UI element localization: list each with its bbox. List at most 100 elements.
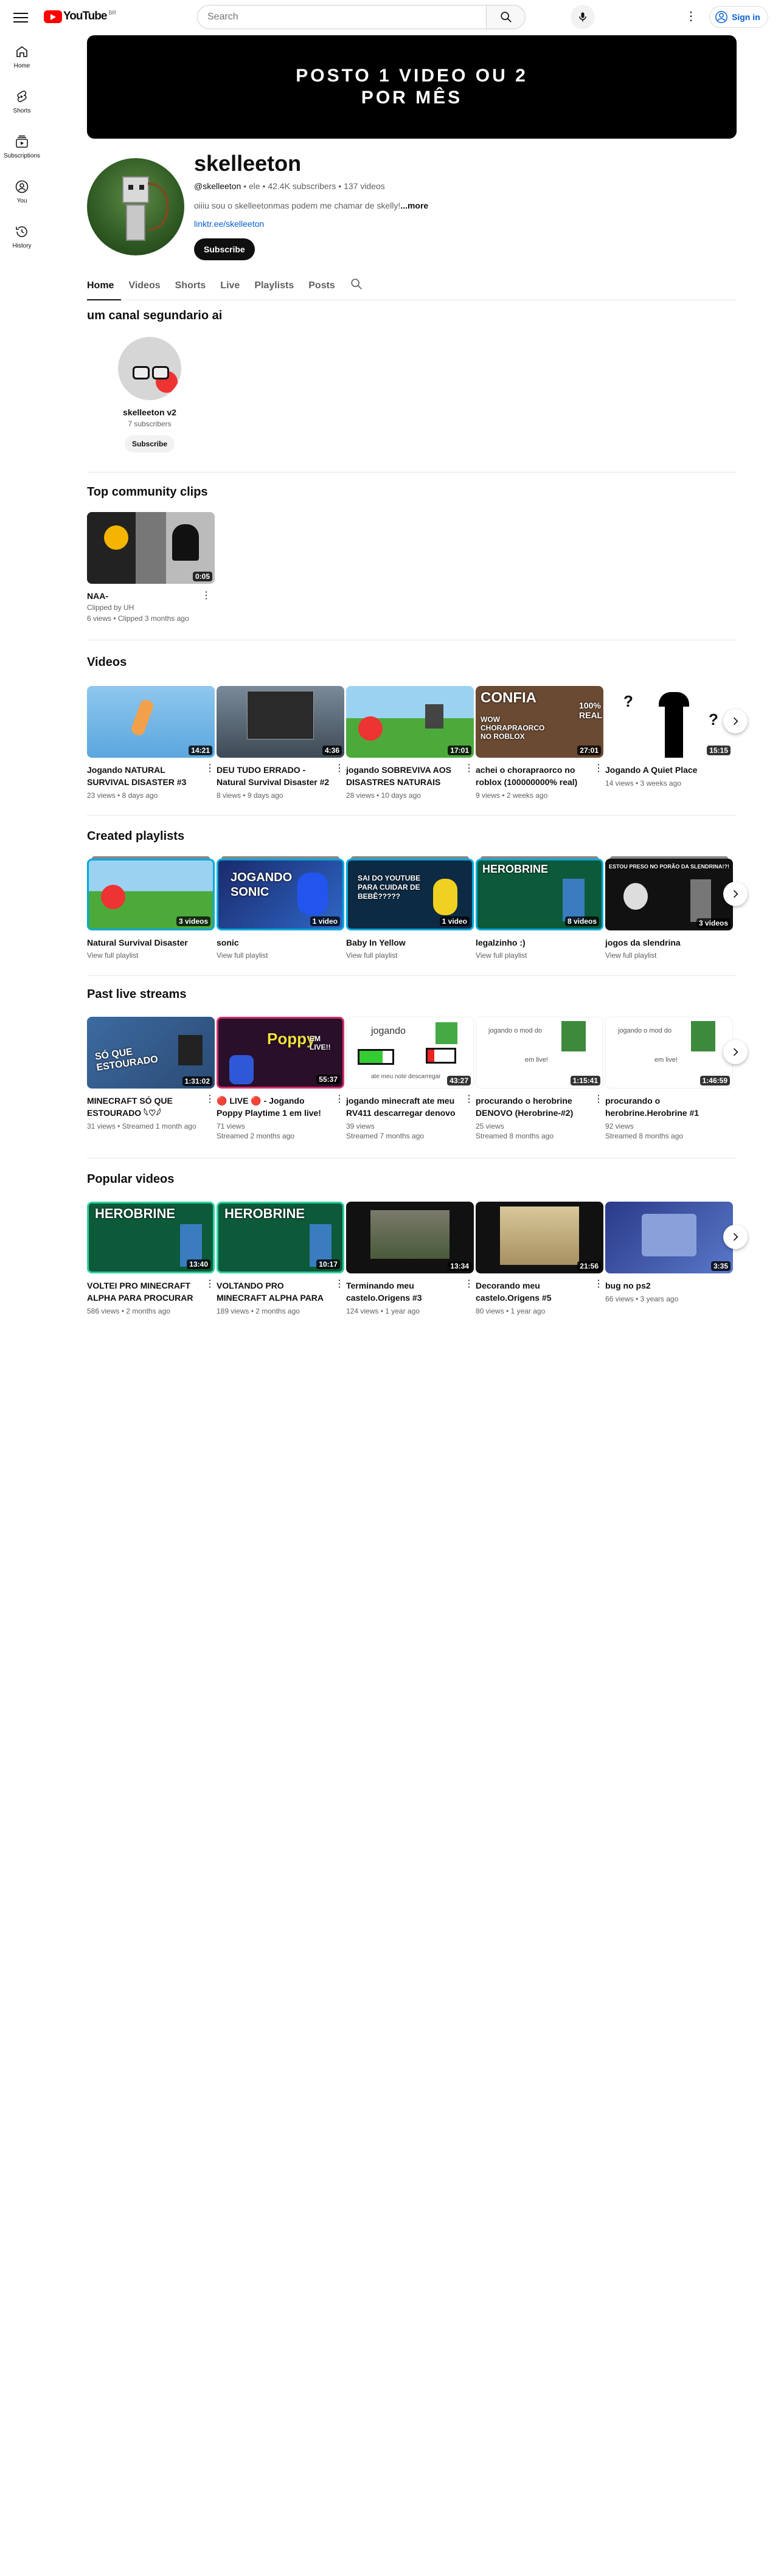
live-card[interactable]: Poppy EM LIVE!! 55:37 🔴 LIVE 🔴 - Jogando…: [217, 1017, 344, 1141]
view-full-playlist-link[interactable]: View full playlist: [476, 951, 603, 960]
live-card[interactable]: jogando ate meu note descarregar 43:27 j…: [346, 1017, 474, 1141]
view-full-playlist-link[interactable]: View full playlist: [346, 951, 474, 960]
more-actions-icon[interactable]: ⋮: [463, 1095, 475, 1104]
featured-channel-avatar[interactable]: [118, 337, 181, 400]
video-card[interactable]: 14:21 Jogando NATURAL SURVIVAL DISASTER …: [87, 686, 215, 800]
live-title[interactable]: procurando o herobrine.Herobrine #1: [605, 1095, 718, 1119]
live-thumbnail[interactable]: SÓ QUE ESTOURADO 1:31:02: [87, 1017, 215, 1089]
live-title[interactable]: jogando minecraft ate meu RV411 descarre…: [346, 1095, 459, 1119]
channel-search-button[interactable]: [350, 277, 363, 294]
playlist-title[interactable]: legalzinho :): [476, 937, 589, 949]
description-more[interactable]: ...more: [400, 201, 428, 210]
more-actions-icon[interactable]: ⋮: [592, 764, 605, 774]
more-actions-icon[interactable]: ⋮: [200, 591, 212, 601]
clip-thumbnail[interactable]: 0:05: [87, 512, 215, 584]
playlist-thumbnail[interactable]: HEROBRINE 8 videos: [476, 859, 603, 930]
more-actions-icon[interactable]: ⋮: [463, 764, 475, 774]
video-card[interactable]: HEROBRINE 13:40 VOLTEI PRO MINECRAFT ALP…: [87, 1202, 215, 1316]
playlist-thumbnail[interactable]: SAI DO YOUTUBE PARA CUIDAR DE BEBÊ????? …: [346, 859, 474, 930]
live-thumbnail[interactable]: jogando o mod do em live! 1:46:59: [605, 1017, 733, 1089]
settings-kebab-icon[interactable]: ⋮: [684, 10, 698, 24]
more-actions-icon[interactable]: ⋮: [333, 764, 345, 774]
next-arrow-button[interactable]: [723, 1225, 748, 1249]
live-title[interactable]: MINECRAFT SÓ QUE ESTOURADO 𓆩♡𓆪: [87, 1095, 200, 1119]
playlist-card[interactable]: JOGANDO SONIC 1 video sonic View full pl…: [217, 856, 344, 960]
video-title[interactable]: VOLTANDO PRO MINECRAFT ALPHA PARA PROCUR…: [217, 1279, 330, 1304]
clip-card[interactable]: 0:05 NAA- Clipped by UH 6 views • Clippe…: [87, 512, 215, 623]
channel-description[interactable]: oiiiu sou o skelleetonmas podem me chama…: [194, 201, 428, 210]
video-thumbnail[interactable]: 4:36: [217, 686, 344, 758]
video-card[interactable]: ? ? 15:15 Jogando A Quiet Place 14 views…: [605, 686, 733, 788]
video-thumbnail[interactable]: HEROBRINE 13:40: [87, 1202, 215, 1273]
more-actions-icon[interactable]: ⋮: [204, 764, 216, 774]
next-arrow-button[interactable]: [723, 1040, 748, 1064]
sidebar-item-shorts[interactable]: Shorts: [2, 79, 41, 124]
sidebar-item-subscriptions[interactable]: Subscriptions: [2, 124, 41, 169]
live-title[interactable]: 🔴 LIVE 🔴 - Jogando Poppy Playtime 1 em l…: [217, 1095, 330, 1119]
tab-live[interactable]: Live: [213, 271, 247, 300]
playlist-title[interactable]: jogos da slendrina: [605, 937, 718, 949]
live-title[interactable]: procurando o herobrine DENOVO (Herobrine…: [476, 1095, 589, 1119]
video-card[interactable]: 21:56 Decorando meu castelo.Origens #5 8…: [476, 1202, 603, 1316]
video-card[interactable]: 3:35 bug no ps2 66 views • 3 years ago: [605, 1202, 733, 1304]
more-actions-icon[interactable]: ⋮: [333, 1095, 345, 1104]
video-thumbnail[interactable]: HEROBRINE 10:17: [217, 1202, 344, 1273]
video-title[interactable]: Terminando meu castelo.Origens #3: [346, 1279, 459, 1304]
video-card[interactable]: 17:01 jogando SOBREVIVA AOS DISASTRES NA…: [346, 686, 474, 800]
video-title[interactable]: DEU TUDO ERRADO - Natural Survival Disas…: [217, 764, 330, 788]
video-title[interactable]: Decorando meu castelo.Origens #5: [476, 1279, 589, 1304]
video-card[interactable]: 13:34 Terminando meu castelo.Origens #3 …: [346, 1202, 474, 1316]
view-full-playlist-link[interactable]: View full playlist: [217, 951, 344, 960]
playlist-thumbnail[interactable]: JOGANDO SONIC 1 video: [217, 859, 344, 930]
video-thumbnail[interactable]: CONFIA WOW CHORAPRAORCO NO ROBLOX 100% R…: [476, 686, 603, 758]
live-card[interactable]: SÓ QUE ESTOURADO 1:31:02 MINECRAFT SÓ QU…: [87, 1017, 215, 1131]
playlist-card[interactable]: SAI DO YOUTUBE PARA CUIDAR DE BEBÊ????? …: [346, 856, 474, 960]
video-title[interactable]: Jogando A Quiet Place: [605, 764, 718, 776]
playlist-card[interactable]: HEROBRINE 8 videos legalzinho :) View fu…: [476, 856, 603, 960]
featured-subscribe-button[interactable]: Subscribe: [124, 435, 175, 452]
playlist-thumbnail[interactable]: 3 videos: [87, 859, 215, 930]
voice-search-button[interactable]: [571, 5, 595, 29]
search-button[interactable]: [486, 5, 525, 29]
view-full-playlist-link[interactable]: View full playlist: [605, 951, 733, 960]
video-title[interactable]: jogando SOBREVIVA AOS DISASTRES NATURAIS: [346, 764, 459, 788]
playlist-card[interactable]: ESTOU PRESO NO PORÃO DA SLENDRINA!?! 3 v…: [605, 856, 733, 960]
more-actions-icon[interactable]: ⋮: [204, 1095, 216, 1104]
featured-channel-card[interactable]: skelleeton v2 7 subscribers Subscribe: [117, 337, 182, 452]
subscribe-button[interactable]: Subscribe: [194, 238, 255, 260]
video-title[interactable]: achei o chorapraorco no roblox (10000000…: [476, 764, 589, 788]
playlist-title[interactable]: Natural Survival Disaster: [87, 937, 200, 949]
sidebar-item-you[interactable]: You: [2, 169, 41, 214]
playlist-thumbnail[interactable]: ESTOU PRESO NO PORÃO DA SLENDRINA!?! 3 v…: [605, 859, 733, 930]
live-card[interactable]: jogando o mod do em live! 1:15:41 procur…: [476, 1017, 603, 1141]
video-card[interactable]: HEROBRINE 10:17 VOLTANDO PRO MINECRAFT A…: [217, 1202, 344, 1316]
live-thumbnail[interactable]: Poppy EM LIVE!! 55:37: [217, 1017, 344, 1089]
video-card[interactable]: CONFIA WOW CHORAPRAORCO NO ROBLOX 100% R…: [476, 686, 603, 800]
video-title[interactable]: Jogando NATURAL SURVIVAL DISASTER #3: [87, 764, 200, 788]
video-thumbnail[interactable]: 3:35: [605, 1202, 733, 1273]
playlist-title[interactable]: Baby In Yellow: [346, 937, 459, 949]
youtube-logo[interactable]: YouTube BR: [44, 10, 116, 23]
live-thumbnail[interactable]: jogando ate meu note descarregar 43:27: [346, 1017, 474, 1089]
tab-playlists[interactable]: Playlists: [247, 271, 301, 300]
featured-channel-name[interactable]: skelleeton v2: [117, 407, 182, 417]
more-actions-icon[interactable]: ⋮: [333, 1279, 345, 1289]
more-actions-icon[interactable]: ⋮: [204, 1279, 216, 1289]
sign-in-button[interactable]: Sign in: [709, 6, 768, 28]
video-thumbnail[interactable]: 17:01: [346, 686, 474, 758]
tab-videos[interactable]: Videos: [121, 271, 167, 300]
search-input[interactable]: [198, 5, 486, 29]
more-actions-icon[interactable]: ⋮: [592, 1279, 605, 1289]
tab-home[interactable]: Home: [87, 271, 122, 300]
video-thumbnail[interactable]: 13:34: [346, 1202, 474, 1273]
clip-title[interactable]: NAA-: [87, 591, 215, 601]
menu-icon[interactable]: [13, 10, 28, 24]
sidebar-item-history[interactable]: History: [2, 214, 41, 259]
playlist-card[interactable]: 3 videos Natural Survival Disaster View …: [87, 856, 215, 960]
tab-shorts[interactable]: Shorts: [168, 271, 213, 300]
video-thumbnail[interactable]: ? ? 15:15: [605, 686, 733, 758]
next-arrow-button[interactable]: [723, 709, 748, 733]
video-thumbnail[interactable]: 14:21: [87, 686, 215, 758]
video-title[interactable]: VOLTEI PRO MINECRAFT ALPHA PARA PROCURAR…: [87, 1279, 200, 1304]
video-thumbnail[interactable]: 21:56: [476, 1202, 603, 1273]
